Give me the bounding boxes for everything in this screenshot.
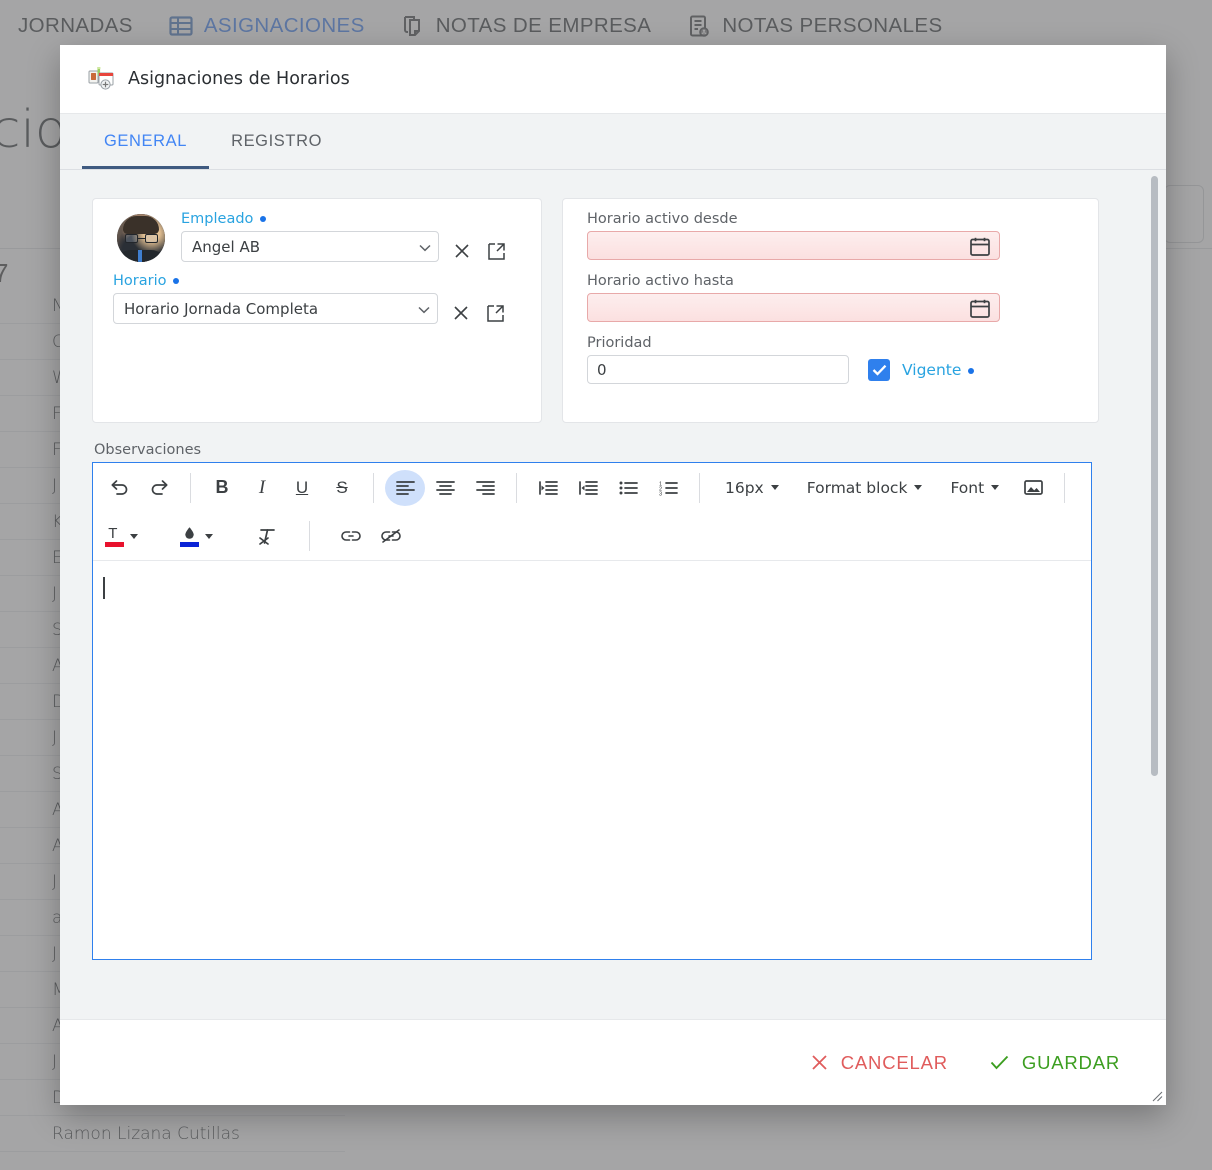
save-button-label: GUARDAR [1021,1051,1120,1073]
font-dropdown[interactable]: Font [936,470,1013,506]
text-color-picker[interactable]: T [99,525,144,547]
highlight-color-picker[interactable] [174,525,219,547]
schedule-select[interactable]: Horario Jornada Completa [113,293,438,324]
vigente-label: Vigente [902,361,975,379]
employee-select[interactable]: Angel AB [181,231,439,262]
underline-icon[interactable]: U [282,470,322,506]
cancel-button-label: CANCELAR [840,1051,948,1073]
insert-image-icon[interactable] [1013,470,1053,506]
align-right-icon[interactable] [465,470,505,506]
remove-link-icon[interactable] [371,518,411,554]
toolbar-separator [373,472,374,503]
employee-field-label: Empleado [181,211,511,227]
open-schedule-button[interactable] [484,302,506,324]
priority-input[interactable]: 0 [587,355,849,384]
redo-icon[interactable] [139,470,179,506]
schedule-assignment-icon [88,67,114,91]
tab-registro-label: REGISTRO [231,132,323,150]
format-block-dropdown[interactable]: Format block [793,470,937,506]
calendar-icon[interactable] [970,299,990,318]
align-left-icon[interactable] [385,469,425,506]
schedule-validity-card: Horario activo desde Horario activo hast… [562,198,1099,423]
highlight-color-swatch [180,542,199,547]
observations-rich-text-editor: B I U S 1 2 3 16px Format block Font T [92,462,1092,960]
chevron-down-icon [770,485,779,490]
bullet-list-icon[interactable] [608,470,648,506]
save-button[interactable]: GUARDAR [990,1052,1120,1074]
employee-select-value: Angel AB [192,237,261,256]
editor-toolbar-row-1: B I U S 1 2 3 16px Format block Font [93,463,1091,512]
clear-employee-button[interactable] [451,240,473,262]
tab-general-label: GENERAL [104,132,188,150]
priority-value: 0 [597,360,607,379]
strikethrough-icon[interactable]: S [322,470,362,506]
toolbar-separator [1064,472,1066,503]
active-from-label: Horario activo desde [587,211,738,227]
italic-icon[interactable]: I [242,470,282,506]
indent-decrease-icon[interactable] [568,470,608,506]
clear-schedule-button[interactable] [450,302,472,324]
chevron-down-icon [914,485,923,490]
undo-icon[interactable] [99,470,139,506]
indent-increase-icon[interactable] [528,470,568,506]
format-block-value: Format block [806,478,908,497]
chevron-down-icon [130,533,138,539]
active-to-input[interactable] [587,293,1000,322]
vigente-checkbox[interactable] [868,359,890,381]
editor-toolbar-row-2: T [93,512,1091,561]
tab-general[interactable]: GENERAL [82,114,210,169]
toolbar-separator [516,472,517,503]
schedule-select-value: Horario Jornada Completa [124,299,319,318]
observations-text-area[interactable] [93,561,1091,959]
insert-link-icon[interactable] [331,518,371,554]
bold-icon[interactable]: B [202,470,242,506]
dialog-header: Asignaciones de Horarios [60,45,1166,114]
toolbar-separator [190,472,191,503]
required-dot-icon [173,278,180,284]
calendar-icon[interactable] [970,237,990,256]
cancel-button[interactable]: CANCELAR [811,1052,948,1074]
required-dot-icon [260,216,267,222]
employee-schedule-card: Empleado Angel AB Horario Horario Jornad… [92,198,542,423]
numbered-list-icon[interactable]: 123 [648,470,688,506]
dialog-tab-bar: GENERAL REGISTRO [60,114,1166,170]
clear-format-icon[interactable] [247,518,287,554]
font-value: Font [950,478,985,497]
chevron-down-icon [418,306,430,313]
align-center-icon[interactable] [425,470,465,506]
active-from-input[interactable] [587,231,1000,260]
required-dot-icon [968,367,975,374]
dialog-body-scrollbar[interactable] [1151,176,1158,776]
svg-text:3: 3 [659,491,662,496]
toolbar-separator [309,521,310,551]
employee-avatar [117,214,165,262]
font-size-dropdown[interactable]: 16px [711,470,793,506]
text-color-swatch [105,542,124,547]
check-icon [990,1055,1009,1070]
schedule-field-label: Horario [113,273,513,289]
dialog-footer: CANCELAR GUARDAR [60,1019,1166,1105]
dialog-resize-handle[interactable] [1150,1089,1163,1102]
text-cursor [103,577,105,599]
tab-registro[interactable]: REGISTRO [209,114,344,169]
form-cards-row: Empleado Angel AB Horario Horario Jornad… [92,198,1134,423]
schedule-assignment-dialog: Asignaciones de Horarios GENERAL REGISTR… [60,45,1166,1105]
priority-label: Prioridad [587,335,652,351]
svg-text:T: T [108,525,117,540]
chevron-down-icon [991,485,1000,490]
close-icon [811,1054,828,1071]
font-size-value: 16px [725,478,764,497]
dialog-body: Empleado Angel AB Horario Horario Jornad… [60,170,1166,1019]
active-to-label: Horario activo hasta [587,273,734,289]
chevron-down-icon [419,244,431,251]
toolbar-separator [699,472,700,503]
open-employee-button[interactable] [485,240,507,262]
chevron-down-icon [205,533,213,539]
observations-label: Observaciones [94,442,202,458]
dialog-title: Asignaciones de Horarios [128,69,350,89]
